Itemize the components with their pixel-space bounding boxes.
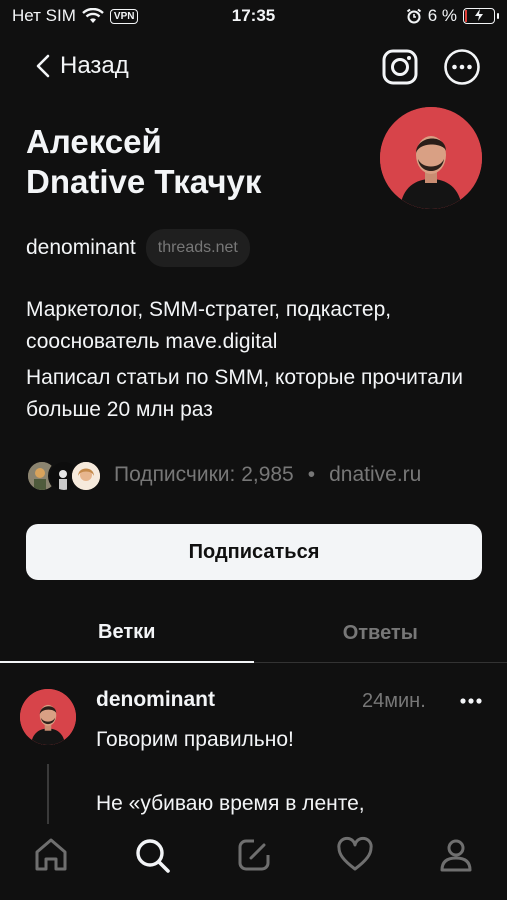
more-icon[interactable]: [443, 48, 481, 86]
nav-home[interactable]: [0, 824, 101, 900]
thread-line: [47, 764, 49, 824]
domain-badge[interactable]: threads.net: [145, 229, 250, 267]
tab-threads[interactable]: Ветки: [0, 604, 254, 663]
profile-avatar[interactable]: [380, 107, 482, 209]
home-icon: [35, 838, 67, 871]
post-time: 24мин.: [362, 690, 426, 712]
post-avatar[interactable]: [20, 689, 76, 745]
battery-charging-icon: [463, 8, 499, 24]
profile-handle: denominant: [26, 236, 136, 259]
chevron-left-icon: [36, 54, 50, 78]
post-text-line1: Говорим правильно!: [96, 728, 294, 751]
post-text-line2: Не «убиваю время в ленте,: [96, 792, 365, 815]
avatar-photo: [380, 107, 482, 209]
profile-name-line2: Dnative Ткачук: [26, 163, 262, 200]
followers-count[interactable]: Подписчики: 2,985: [114, 463, 294, 487]
post-more-icon[interactable]: [456, 686, 486, 716]
search-icon: [136, 839, 170, 873]
bottom-nav: [0, 824, 507, 900]
handle-row: denominant threads.net: [26, 229, 250, 267]
instagram-icon[interactable]: [381, 48, 419, 86]
battery-level: [465, 10, 467, 22]
bio-line-2: Написал статьи по SMM, которые прочитали…: [26, 366, 463, 421]
profile-name: Алексей Dnative Ткачук: [26, 122, 366, 202]
separator-dot: •: [307, 463, 316, 486]
profile-bio: Маркетолог, SMM-стратег, подкастер, соос…: [26, 294, 486, 426]
avatar-photo: [20, 689, 76, 745]
back-label: Назад: [60, 52, 129, 79]
nav-search[interactable]: [101, 824, 202, 900]
status-right: 6 %: [406, 6, 499, 26]
follow-button[interactable]: Подписаться: [26, 524, 482, 580]
profile-icon: [440, 839, 472, 872]
nav-profile[interactable]: [406, 824, 507, 900]
profile-name-line1: Алексей: [26, 123, 162, 160]
nav-activity[interactable]: [304, 824, 405, 900]
follower-avatar: [70, 460, 102, 492]
tab-replies[interactable]: Ответы: [253, 604, 507, 663]
profile-tabs: Ветки Ответы: [0, 604, 507, 663]
followers-row: Подписчики: 2,985 • dnative.ru: [26, 460, 421, 492]
heart-icon: [337, 836, 373, 871]
profile-link[interactable]: dnative.ru: [329, 463, 421, 487]
alarm-icon: [406, 8, 421, 24]
nav-compose[interactable]: [203, 824, 304, 900]
status-bar: Нет SIM VPN 17:35 6 %: [0, 0, 507, 36]
battery-percent: 6 %: [427, 6, 457, 25]
back-button[interactable]: Назад: [36, 52, 129, 80]
follower-avatars[interactable]: [26, 460, 102, 492]
post-username[interactable]: denominant: [96, 688, 215, 712]
post-text: Говорим правильно! Не «убиваю время в ле…: [96, 724, 486, 820]
bio-line-1: Маркетолог, SMM-стратег, подкастер, соос…: [26, 298, 392, 353]
compose-icon: [238, 839, 270, 871]
